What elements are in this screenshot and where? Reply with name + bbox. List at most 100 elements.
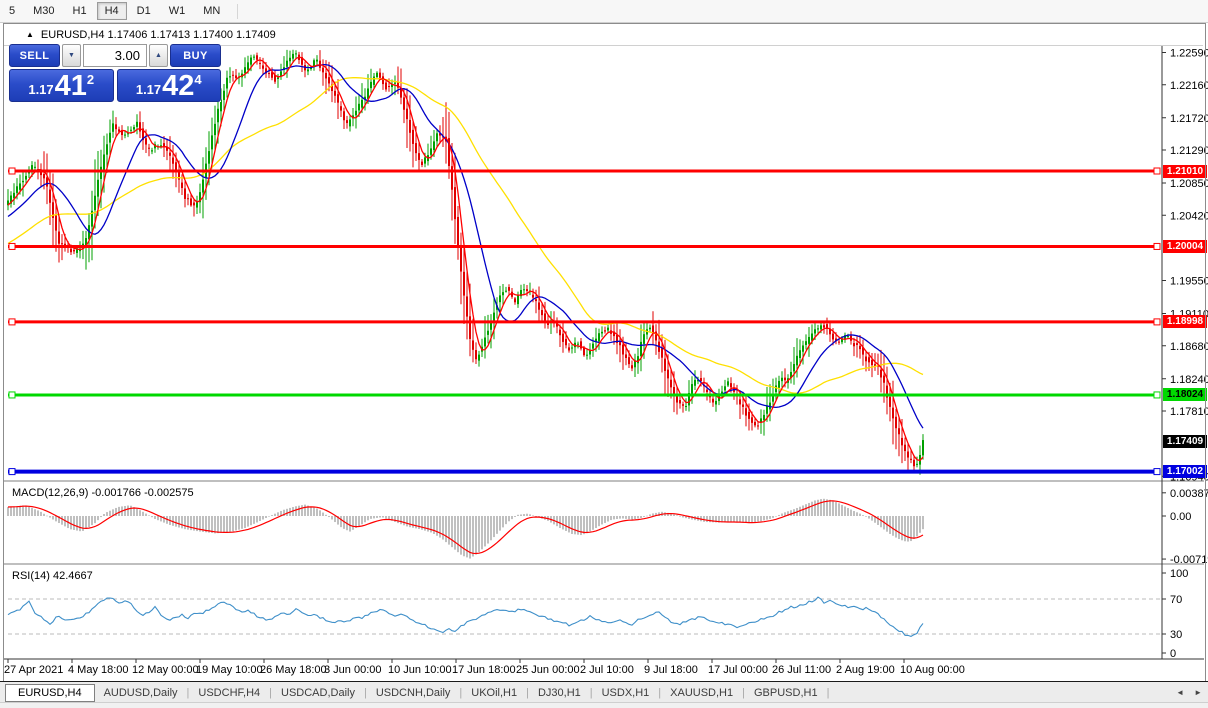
candle-body [217, 108, 219, 123]
macd-histogram-bar [256, 516, 258, 523]
volume-increase-button[interactable]: ▲ [149, 44, 168, 67]
timeframe-button-mn[interactable]: MN [195, 2, 228, 20]
macd-histogram-bar [328, 516, 330, 518]
buy-price-big: 42 [162, 70, 195, 102]
time-label: 3 Jun 00:00 [324, 664, 382, 676]
timeframe-button-5[interactable]: 5 [1, 2, 23, 20]
tab-ukoil-h1[interactable]: UKOil,H1 [462, 687, 526, 699]
macd-histogram-bar [52, 516, 54, 520]
candle-body [571, 347, 573, 349]
candle-body [604, 330, 606, 332]
tab-dj30-h1[interactable]: DJ30,H1 [529, 687, 590, 699]
candle-body [25, 175, 27, 180]
tab-usdx-h1[interactable]: USDX,H1 [593, 687, 659, 699]
macd-histogram-bar [97, 516, 99, 521]
macd-histogram-bar [493, 516, 495, 538]
macd-histogram-bar [106, 512, 108, 516]
spin-down-icon: ▼ [68, 52, 75, 59]
timeframe-button-h1[interactable]: H1 [65, 2, 95, 20]
candle-body [247, 62, 249, 70]
macd-histogram-bar [781, 513, 783, 516]
macd-histogram-bar [139, 510, 141, 516]
volume-decrease-button[interactable]: ▼ [62, 44, 81, 67]
candle-body [898, 428, 900, 435]
macd-histogram-bar [43, 513, 45, 516]
candle-body [895, 416, 897, 429]
candle-body [637, 356, 639, 364]
macd-histogram-bar [88, 516, 90, 528]
candle-body [514, 298, 516, 303]
macd-histogram-bar [703, 516, 705, 522]
macd-histogram-bar [850, 509, 852, 516]
candle-body [838, 341, 840, 343]
candle-body [706, 389, 708, 393]
candle-body [307, 69, 309, 72]
macd-histogram-bar [802, 505, 804, 516]
candle-body [277, 77, 279, 80]
candle-body [541, 310, 543, 316]
macd-histogram-bar [94, 516, 96, 524]
macd-histogram-bar [451, 516, 453, 548]
buy-price-sup: 4 [194, 72, 202, 87]
collapse-icon[interactable]: ▲ [26, 30, 34, 39]
candle-body [853, 343, 855, 347]
tab-gbpusd-h1[interactable]: GBPUSD,H1 [745, 687, 827, 699]
time-label: 12 May 00:00 [132, 664, 199, 676]
level-anchor [1153, 391, 1161, 399]
tab-audusd-daily[interactable]: AUDUSD,Daily [95, 687, 187, 699]
tab-xauusd-h1[interactable]: XAUUSD,H1 [661, 687, 742, 699]
tab-usdchf-h4[interactable]: USDCHF,H4 [189, 687, 269, 699]
macd-histogram-bar [760, 516, 762, 522]
candle-body [22, 180, 24, 183]
macd-histogram-bar [814, 500, 816, 516]
macd-histogram-bar [313, 507, 315, 516]
candle-body [904, 444, 906, 452]
macd-histogram-bar [568, 516, 570, 533]
sell-price-button[interactable]: 1.17 41 2 [9, 69, 114, 102]
candle-body [388, 86, 390, 88]
macd-histogram-bar [757, 516, 759, 522]
mt4-terminal: { "toolbar": { "timeframes": ["5", "M30"… [0, 0, 1208, 708]
candle-body [562, 333, 564, 342]
chart-canvas[interactable]: 1.22590 1.22160 1.21720 1.21290 1.20850 1.204… [0, 0, 1208, 707]
macd-histogram-bar [868, 516, 870, 519]
macd-histogram-bar [91, 516, 93, 526]
macd-histogram-bar [610, 516, 612, 521]
macd-histogram-bar [358, 516, 360, 527]
candle-body [214, 123, 216, 136]
volume-input[interactable]: 3.00 [83, 44, 147, 67]
macd-histogram-bar [436, 516, 438, 536]
macd-histogram-bar [853, 511, 855, 516]
ma-line-fast [7, 56, 924, 462]
candle-body [229, 76, 231, 78]
macd-histogram-bar [277, 512, 279, 516]
tab-scroll-right-icon[interactable]: ► [1194, 688, 1202, 697]
macd-histogram-bar [364, 516, 366, 523]
level-price-label: 1.21010 [1163, 164, 1207, 178]
candle-body [355, 110, 357, 116]
macd-histogram-bar [862, 515, 864, 516]
candle-body [691, 384, 693, 394]
candle-body [805, 341, 807, 345]
candle-body [661, 348, 663, 358]
candle-body [370, 81, 372, 89]
macd-histogram-bar [310, 506, 312, 516]
timeframe-button-d1[interactable]: D1 [129, 2, 159, 20]
buy-button[interactable]: BUY [170, 44, 221, 67]
macd-histogram-bar [490, 516, 492, 541]
tab-eurusd-h4[interactable]: EURUSD,H4 [5, 683, 95, 702]
tab-scroll-left-icon[interactable]: ◄ [1176, 688, 1184, 697]
tab-usdcnh-daily[interactable]: USDCNH,Daily [367, 687, 460, 699]
macd-histogram-bar [349, 516, 351, 532]
timeframe-button-m30[interactable]: M30 [25, 2, 62, 20]
tab-usdcad-daily[interactable]: USDCAD,Daily [272, 687, 364, 699]
candle-body [262, 65, 264, 69]
macd-histogram-bar [598, 516, 600, 527]
macd-histogram-bar [589, 516, 591, 532]
buy-price-button[interactable]: 1.17 42 4 [116, 69, 221, 102]
timeframe-button-w1[interactable]: W1 [161, 2, 194, 20]
sell-button[interactable]: SELL [9, 44, 60, 67]
timeframe-button-h4[interactable]: H4 [96, 2, 127, 20]
candle-body [664, 358, 666, 371]
macd-histogram-bar [637, 516, 639, 519]
